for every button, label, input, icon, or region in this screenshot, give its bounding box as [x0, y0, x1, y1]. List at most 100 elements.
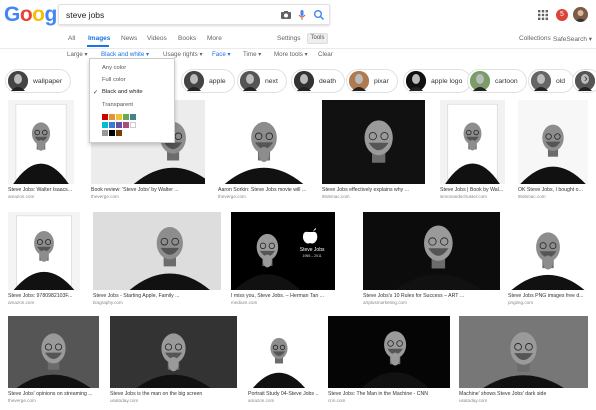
result-thumbnail[interactable] [328, 316, 450, 388]
result-caption[interactable]: Steve Jobs is the man on the big screen [110, 391, 245, 397]
result-caption[interactable]: Steve Jobs | Book by Wal... [440, 187, 513, 193]
result-source: simonandschuster.com [440, 194, 487, 199]
portrait-image [445, 103, 500, 184]
color-option-full[interactable]: Full color [102, 77, 126, 83]
result-caption[interactable]: I miss you, Steve Jobs. – Herman Tan ... [231, 293, 343, 299]
color-swatch[interactable] [116, 130, 122, 136]
type-filter[interactable]: Face ▾ [212, 51, 231, 58]
search-input[interactable] [66, 8, 271, 22]
result-thumbnail[interactable] [322, 100, 425, 184]
chip-cartoon[interactable]: cartoon [467, 69, 527, 93]
logo-letter: o [32, 3, 45, 26]
result-thumbnail[interactable] [459, 316, 588, 388]
portrait-image [520, 124, 586, 184]
tab-books[interactable]: Books [178, 35, 196, 42]
chip-thumbnail [294, 71, 314, 91]
more-tools-filter[interactable]: More tools ▾ [274, 51, 308, 58]
portrait-image: Steve Jobs1955 – 2011 [234, 227, 325, 290]
chip-label: next [265, 77, 278, 85]
color-option-black-and-white[interactable]: Black and white [102, 89, 143, 95]
chip-apple-logo[interactable]: apple logo [403, 69, 472, 93]
camera-icon[interactable] [280, 9, 292, 21]
result-caption[interactable]: Steve Jobs's 10 Rules for Success – ART … [363, 293, 508, 299]
chip-wallpaper[interactable]: wallpaper [5, 69, 72, 93]
color-swatch[interactable] [102, 130, 108, 136]
chip-next[interactable]: next [237, 69, 287, 93]
result-thumbnail[interactable] [363, 212, 500, 290]
result-caption[interactable]: OK Steve Jobs, I bought o... [518, 187, 596, 193]
result-caption[interactable]: Portrait Study 04-Steve Jobs ... [248, 391, 318, 397]
time-filter[interactable]: Time ▾ [243, 51, 261, 58]
result-caption[interactable]: Steve Jobs: 9780982103F... [8, 293, 88, 299]
result-source: pngimg.com [508, 300, 534, 305]
clear-filters-link[interactable]: Clear [318, 51, 333, 58]
notifications-badge[interactable]: 5 [556, 9, 568, 21]
chip-thumbnail [406, 71, 426, 91]
result-caption[interactable]: Steve Jobs PNG images free d... [508, 293, 596, 299]
collections-link[interactable]: Collections [519, 35, 551, 42]
settings-link[interactable]: Settings [277, 35, 301, 42]
result-caption[interactable]: Steve Jobs: Walter Isaacs... [8, 187, 82, 193]
result-caption[interactable]: Machine' shows Steve Jobs' dark side [459, 391, 596, 397]
result-caption[interactable]: Book review: 'Steve Jobs' by Walter ... [91, 187, 213, 193]
result-caption[interactable]: Aaron Sorkin: Steve Jobs movie will ... [218, 187, 318, 193]
size-filter[interactable]: Large ▾ [67, 51, 88, 58]
result-thumbnail[interactable]: Steve Jobs 1955 – 2011 [231, 212, 335, 290]
chevron-right-icon[interactable]: › [584, 73, 588, 85]
result-caption[interactable]: Steve Jobs: The Man in the Machine - CNN [328, 391, 458, 397]
color-swatch[interactable] [109, 114, 115, 120]
color-swatch[interactable] [102, 122, 108, 128]
chip-label: wallpaper [33, 77, 63, 85]
result-thumbnail[interactable] [8, 316, 99, 388]
tab-news[interactable]: News [121, 35, 137, 42]
tab-videos[interactable]: Videos [147, 35, 167, 42]
tab-images[interactable]: Images [88, 35, 110, 42]
color-option-any[interactable]: Any color [102, 65, 126, 71]
microphone-icon[interactable] [296, 9, 308, 21]
tools-button[interactable]: Tools [307, 33, 328, 44]
color-swatch[interactable] [116, 122, 122, 128]
color-option-transparent[interactable]: Transparent [102, 102, 133, 108]
portrait-image [224, 121, 304, 184]
result-thumbnail[interactable] [93, 212, 221, 290]
top-bar: Google 5 [0, 0, 596, 30]
result-thumbnail[interactable] [518, 100, 588, 184]
color-swatch[interactable] [102, 114, 108, 120]
portrait-image [129, 226, 210, 290]
color-swatch[interactable] [123, 114, 129, 120]
chip-thumbnail [531, 71, 551, 91]
tab-more[interactable]: More [207, 35, 222, 42]
result-thumbnail[interactable] [8, 212, 80, 290]
chip-pixar[interactable]: pixar [346, 69, 398, 93]
result-source: usatoday.com [110, 398, 139, 403]
result-thumbnail[interactable] [218, 100, 310, 184]
search-icon[interactable] [313, 9, 325, 21]
apps-grid-icon[interactable] [538, 10, 548, 20]
result-thumbnail[interactable] [440, 100, 505, 184]
result-caption[interactable]: Steve Jobs - Starting Apple, Family ... [93, 293, 229, 299]
account-avatar[interactable] [573, 7, 588, 22]
chip-old[interactable]: old [528, 69, 575, 93]
usage-rights-filter[interactable]: Usage rights ▾ [163, 51, 203, 58]
chip-apple[interactable]: apple [181, 69, 235, 93]
color-swatch[interactable] [116, 114, 122, 120]
check-icon: ✓ [93, 90, 99, 96]
result-caption[interactable]: Steve Jobs effectively explains why ... [322, 187, 433, 193]
color-swatch[interactable] [109, 130, 115, 136]
color-swatch[interactable] [130, 114, 136, 120]
tab-all[interactable]: All [68, 35, 75, 42]
color-swatch[interactable] [109, 122, 115, 128]
color-swatch[interactable] [130, 122, 136, 128]
result-thumbnail[interactable] [248, 316, 310, 388]
chip-death[interactable]: death [291, 69, 346, 93]
safesearch-dropdown[interactable]: SafeSearch ▾ [553, 35, 592, 43]
result-caption[interactable]: Steve Jobs' opinions on streaming ... [8, 391, 107, 397]
result-thumbnail[interactable] [508, 212, 588, 290]
result-source: theverge.com [8, 398, 36, 403]
result-thumbnail[interactable] [110, 316, 237, 388]
color-swatch[interactable] [123, 122, 129, 128]
search-box[interactable] [58, 4, 330, 25]
result-source: amazon.com [248, 398, 275, 403]
color-filter[interactable]: Black and white ▾ [101, 51, 149, 58]
result-thumbnail[interactable] [8, 100, 74, 184]
